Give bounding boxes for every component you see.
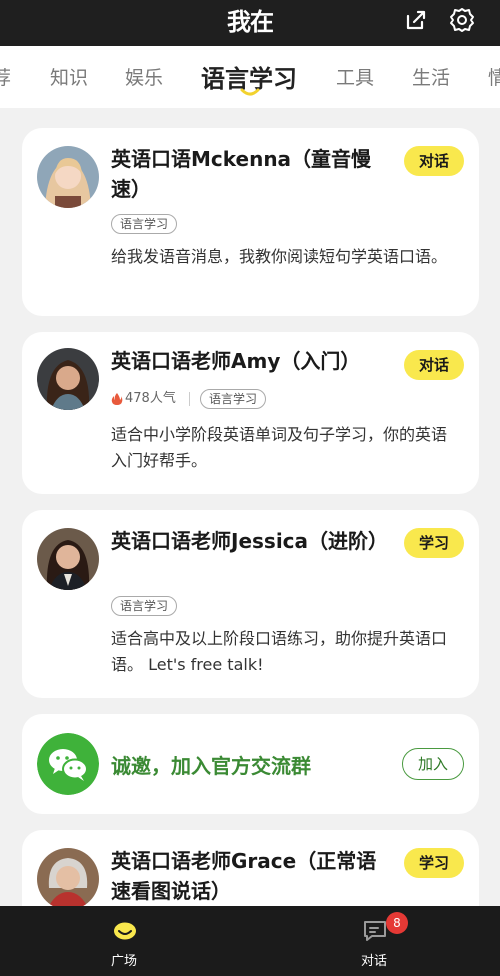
bot-description: 适合中小学阶段英语单词及句子学习，你的英语入门好帮手。: [111, 425, 448, 470]
tab-life[interactable]: 生活: [412, 63, 450, 90]
nav-chat-label[interactable]: 对话: [361, 950, 387, 969]
tab-tools[interactable]: 工具: [336, 63, 374, 90]
tab-emotion[interactable]: 情: [488, 63, 500, 90]
wechat-icon: [37, 733, 99, 795]
nav-plaza-label[interactable]: 广场: [111, 950, 137, 969]
category-tag: 语言学习: [111, 596, 178, 616]
share-icon[interactable]: [402, 6, 430, 34]
group-invite-card[interactable]: 诚邀，加入官方交流群 加入: [22, 714, 479, 814]
avatar: [37, 848, 99, 910]
popularity-count: 478人气: [111, 389, 176, 409]
popularity-text: 478人气: [125, 391, 176, 406]
bot-card[interactable]: 英语口语老师Amy（入门） 对话 478人气 语言学习 适合中小学阶段英语单词及…: [22, 332, 479, 494]
settings-gear-icon[interactable]: [448, 6, 476, 34]
join-group-button[interactable]: 加入: [402, 748, 464, 780]
tab-recommend[interactable]: 荐: [0, 63, 11, 90]
chat-icon[interactable]: [362, 920, 388, 942]
group-invite-text: 诚邀，加入官方交流群: [111, 754, 311, 778]
category-tag: 语言学习: [200, 389, 267, 409]
bot-description: 适合高中及以上阶段口语练习，助你提升英语口语。 Let's free talk!: [111, 629, 448, 674]
bottom-nav: 广场 8 对话: [0, 906, 500, 976]
avatar: [37, 528, 99, 590]
bot-title: 英语口语老师Amy（入门）: [111, 349, 361, 373]
tab-entertainment[interactable]: 娱乐: [125, 63, 163, 90]
unread-count-badge: 8: [386, 912, 408, 934]
bot-title: 英语口语老师Jessica（进阶）: [111, 529, 389, 553]
learn-button[interactable]: 学习: [404, 528, 464, 558]
category-tabs: 荐 知识 娱乐 语言学习 工具 生活 情: [0, 46, 500, 108]
category-tag: 语言学习: [111, 214, 178, 234]
tab-knowledge[interactable]: 知识: [50, 63, 88, 90]
chat-button[interactable]: 对话: [404, 146, 464, 176]
learn-button[interactable]: 学习: [404, 848, 464, 878]
chat-button[interactable]: 对话: [404, 350, 464, 380]
avatar: [37, 146, 99, 208]
avatar: [37, 348, 99, 410]
plaza-icon[interactable]: [113, 920, 137, 940]
active-tab-indicator: [240, 88, 260, 96]
bot-title: 英语口语Mckenna（童音慢速）: [111, 147, 372, 201]
top-bar: 我在: [0, 0, 500, 46]
bot-title: 英语口语老师Grace（正常语速看图说话）: [111, 849, 377, 903]
bot-description: 给我发语音消息，我教你阅读短句学英语口语。: [111, 247, 448, 266]
bot-card[interactable]: 英语口语Mckenna（童音慢速） 对话 语言学习 给我发语音消息，我教你阅读短…: [22, 128, 479, 316]
divider: [189, 392, 190, 406]
fire-icon: [111, 392, 123, 405]
bot-card[interactable]: 英语口语老师Jessica（进阶） 学习 语言学习 适合高中及以上阶段口语练习，…: [22, 510, 479, 698]
